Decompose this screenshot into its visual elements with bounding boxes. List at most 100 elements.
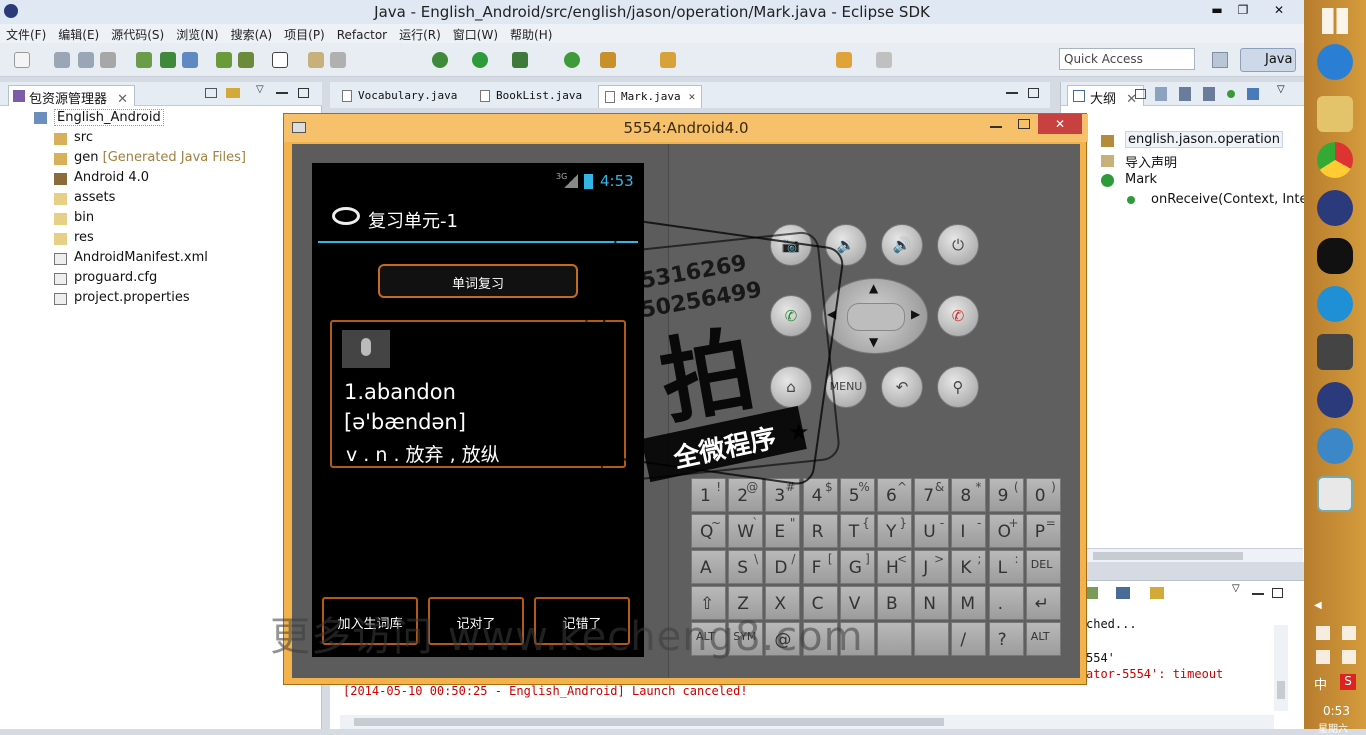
emulator-minimize-button[interactable] [990,126,1002,128]
outline-item-imports[interactable]: 导入声明 [1101,152,1177,171]
java-perspective-button[interactable]: Java [1240,48,1296,72]
volume-down-button[interactable]: 🔉 [825,224,867,266]
view-menu-icon[interactable]: ▽ [1232,583,1240,594]
search-icon[interactable] [660,52,676,68]
key-row1-1[interactable]: 2 @ [728,478,764,512]
tray-expand-icon[interactable]: ◀ [1314,600,1322,611]
word-review-button[interactable]: 单词复习 [378,264,578,298]
tree-item-android[interactable]: Android 4.0 [54,170,149,185]
forward-icon[interactable] [876,52,892,68]
minimize-panel-icon[interactable] [276,92,288,94]
flag-icon[interactable] [1316,626,1330,640]
windows-logo-icon[interactable] [1322,8,1348,34]
open-perspective-button[interactable] [1212,52,1228,68]
outline-hscroll[interactable] [1087,548,1303,562]
music-icon[interactable] [1317,286,1353,322]
key-row1-3[interactable]: 4 $ [802,478,838,512]
minimize-panel-icon[interactable] [1006,92,1018,94]
view-menu-icon[interactable]: ▽ [256,84,264,95]
display-console-icon[interactable] [1116,587,1130,599]
battery-tray-icon[interactable] [1342,626,1356,640]
key-row1-0[interactable]: 1! [691,478,726,512]
outline-item-class[interactable]: Mark [1101,172,1157,187]
tab-mark[interactable]: Mark.java ✕ [598,85,703,108]
minimize-panel-icon[interactable] [1252,593,1264,595]
key-row2-5[interactable]: Y} [877,514,912,548]
key-row3-9[interactable]: DEL [1025,550,1061,584]
key-row2-9[interactable]: P = [1025,514,1061,548]
key-row3-2[interactable]: D / [765,550,801,584]
debug-icon[interactable] [432,52,448,68]
qq-icon[interactable] [1317,238,1353,274]
tree-project[interactable]: English_Android [34,109,164,126]
hide-nonpublic-icon[interactable] [1227,90,1235,98]
back-icon[interactable] [836,52,852,68]
emulator-taskbar-icon[interactable] [1317,476,1353,512]
menu-project[interactable]: 项目(P) [278,24,331,43]
eclipse-icon[interactable] [1317,190,1353,226]
key-row3-1[interactable]: S \ [728,550,764,584]
menu-edit[interactable]: 编辑(E) [52,24,105,43]
scroll-thumb[interactable] [1093,552,1243,560]
key-row3-3[interactable]: F[ [802,550,838,584]
tab-booklist[interactable]: BookList.java [474,85,588,108]
key-row5-5[interactable] [877,622,912,656]
key-row2-8[interactable]: O + [988,514,1024,548]
close-tab-icon[interactable]: ✕ [689,90,696,103]
maximize-panel-icon[interactable] [1028,88,1039,98]
key-row3-0[interactable]: A [691,550,726,584]
dpad-left-icon[interactable]: ◀ [827,307,836,321]
key-row2-0[interactable]: Q ~ [691,514,726,548]
outline-tab[interactable]: 大纲 ✕ [1067,85,1145,107]
minimize-button[interactable]: ▬ [1206,0,1228,20]
print-icon[interactable] [100,52,116,68]
pen-icon[interactable] [308,52,324,68]
call-button[interactable]: ✆ [770,295,812,337]
menu-help[interactable]: 帮助(H) [504,24,558,43]
dpad-right-icon[interactable]: ▶ [911,307,920,321]
menu-navigate[interactable]: 浏览(N) [170,24,224,43]
outline-item-package[interactable]: english.jason.operation [1101,131,1283,148]
android-avd-icon[interactable] [238,52,254,68]
new-icon[interactable] [14,52,30,68]
key-row4-5[interactable]: B [877,586,912,620]
console-hscroll[interactable] [340,715,1274,729]
key-row5-9[interactable]: ALT [1025,622,1061,656]
view-menu-icon[interactable]: ▽ [1277,84,1285,95]
pin-icon[interactable] [1086,587,1098,599]
console-vscroll[interactable] [1274,625,1288,711]
dpad-down-icon[interactable]: ▼ [869,335,878,349]
key-row2-2[interactable]: E " [765,514,801,548]
menu-window[interactable]: 窗口(W) [447,24,504,43]
dpad[interactable]: ▲ ▼ ◀ ▶ [822,278,928,354]
link-editor-icon[interactable] [226,88,240,98]
hide-static-icon[interactable] [1203,87,1215,101]
key-row1-9[interactable]: 0) [1025,478,1061,512]
tree-item-assets[interactable]: assets [54,190,115,205]
file-explorer-icon[interactable] [1317,96,1353,132]
menu-button[interactable]: MENU [825,366,867,408]
menu-source[interactable]: 源代码(S) [105,24,170,43]
key-row4-9[interactable]: ↵ [1025,586,1061,620]
close-tab-icon[interactable]: ✕ [117,92,128,107]
key-row4-6[interactable]: N [914,586,950,620]
open-type-icon[interactable] [182,52,198,68]
scroll-thumb[interactable] [1277,681,1285,699]
camera-button[interactable]: 📷 [770,224,812,266]
power-button[interactable]: ⏻ [937,224,979,266]
collapse-all-icon[interactable] [1135,89,1146,99]
search-button[interactable]: ⚲ [937,366,979,408]
outline-item-method[interactable]: onReceive(Context, Inten [1127,192,1316,207]
menu-search[interactable]: 搜索(A) [225,24,279,43]
ie-icon[interactable] [1317,44,1353,80]
hide-fields-icon[interactable] [1179,87,1191,101]
key-row1-4[interactable]: 5% [839,478,875,512]
key-row3-7[interactable]: K; [951,550,987,584]
package-explorer-tab[interactable]: 包资源管理器 ✕ [8,85,136,107]
save-all-icon[interactable] [78,52,94,68]
hide-local-types-icon[interactable] [1247,88,1259,100]
menu-refactor[interactable]: Refactor [331,26,393,42]
network-tray-icon[interactable] [1316,650,1330,664]
remote-icon[interactable] [1317,428,1353,464]
tree-item-bin[interactable]: bin [54,210,94,225]
